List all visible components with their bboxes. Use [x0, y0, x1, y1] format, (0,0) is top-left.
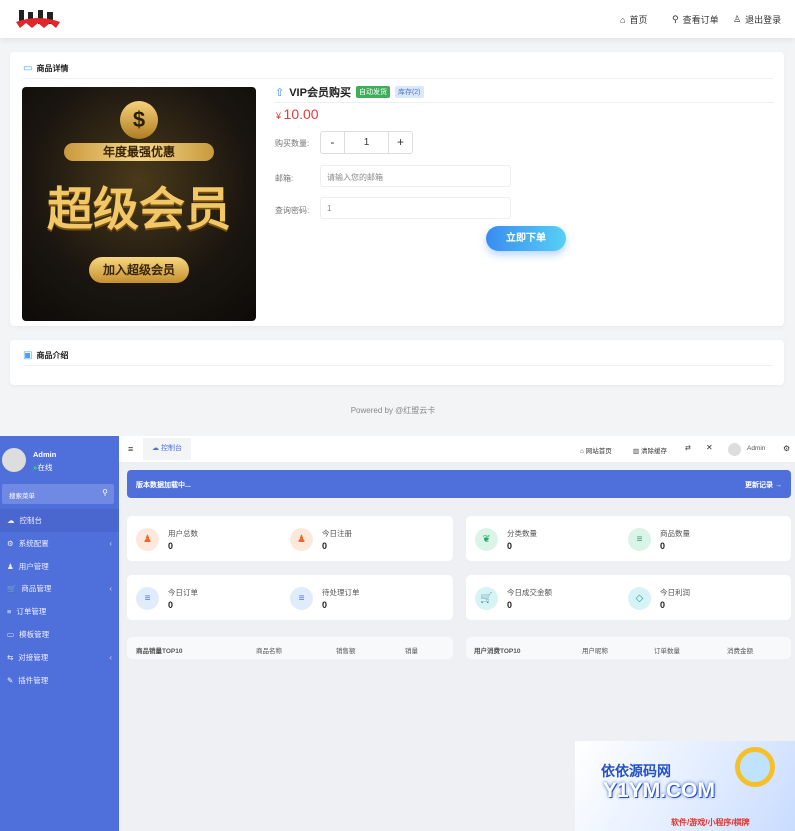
nav-orders[interactable]: ⚲ 查看订单	[672, 13, 719, 26]
changelog-link[interactable]: 更新记录 →	[745, 480, 782, 490]
product-price: ¥ 10.00	[276, 106, 319, 122]
intro-card: ▣ 商品介绍	[10, 340, 784, 385]
home-icon: ⌂	[620, 14, 626, 25]
menu-search-input[interactable]: 搜索菜单 ⚲	[2, 484, 114, 504]
email-label: 邮箱:	[275, 174, 294, 183]
bag-icon: ▭	[23, 63, 33, 74]
stat-value: 0	[507, 541, 513, 551]
settings-icon[interactable]: ⚙	[783, 444, 790, 453]
clear-cache-button[interactable]: ▥ 清除缓存	[633, 445, 667, 455]
list-icon: ≡	[290, 587, 313, 610]
sidebar-item-2[interactable]: ♟ 用户管理	[7, 561, 112, 572]
stock-badge: 库存(2)	[394, 86, 424, 98]
search-icon: ⚲	[672, 14, 679, 24]
stat-label: 商品数量	[660, 529, 690, 538]
user-icon: ♟	[7, 561, 14, 571]
sidebar-item-7[interactable]: ✎ 插件管理	[7, 675, 112, 686]
dashboard-icon: ☁	[7, 516, 15, 525]
version-banner: 版本数据加载中... 更新记录 →	[127, 470, 791, 498]
chevron-left-icon: ‹	[109, 538, 112, 548]
avatar	[728, 443, 741, 456]
nav-logout[interactable]: ♙ 退出登录	[733, 13, 781, 26]
search-icon: ⚲	[102, 488, 108, 497]
stat-label: 今日订单	[168, 588, 198, 597]
leaf-icon: ❦	[475, 528, 498, 551]
stat-value: 0	[322, 541, 328, 551]
quantity-minus-button[interactable]: -	[321, 132, 345, 153]
product-image: $ 年度最强优惠 超级会员 加入超级会员	[22, 87, 256, 321]
plugin-icon: ✎	[7, 675, 14, 685]
admin-username: Admin	[33, 450, 57, 459]
menu-toggle-icon[interactable]: ≡	[128, 444, 133, 454]
fullscreen-icon[interactable]: ✕	[706, 443, 713, 452]
admin-topbar: ≡ ☁ 控制台 ⌂ 网站首页 ▥ 清除缓存 ⇄ ✕ Admin ⚙	[119, 436, 795, 462]
list-icon: ≡	[7, 607, 12, 617]
stat-label: 今日注册	[322, 529, 352, 538]
card-title: ▣ 商品介绍	[23, 350, 69, 361]
stat-value: 0	[168, 600, 174, 610]
sidebar-item-6[interactable]: ⇆ 对接管理 ‹	[7, 652, 112, 663]
stat-value: 0	[660, 600, 666, 610]
tab-dashboard[interactable]: ☁ 控制台	[143, 438, 191, 460]
sidebar-item-0[interactable]: ☁ 控制台	[7, 515, 112, 526]
sidebar-item-5[interactable]: ▭ 模板管理	[7, 629, 112, 640]
footer: Powered by @红盟云卡	[350, 406, 436, 415]
sidebar-item-1[interactable]: ⚙ 系统配置 ‹	[7, 538, 112, 549]
chevron-left-icon: ‹	[109, 584, 112, 594]
product-title-row: ⇧ VIP会员购买 自动发货 库存(2)	[275, 84, 424, 100]
list-icon: ≡	[136, 587, 159, 610]
translate-icon[interactable]: ⇄	[685, 444, 691, 452]
stat-value: 0	[322, 600, 328, 610]
info-icon: ▣	[23, 350, 33, 361]
stat-value: 0	[660, 541, 666, 551]
stat-value: 0	[168, 541, 174, 551]
quantity-label: 购买数量:	[275, 139, 310, 148]
user-icon: ♟	[290, 528, 313, 551]
nav-home[interactable]: ⌂ 首页	[620, 13, 647, 26]
order-now-button[interactable]: 立即下单	[486, 226, 566, 251]
rocket-icon: ⇧	[275, 86, 285, 99]
password-label: 查询密码:	[275, 206, 310, 215]
card-title: ▭ 商品详情	[23, 63, 69, 74]
user-icon: ♙	[733, 14, 742, 24]
product-name: VIP会员购买	[289, 87, 351, 99]
topbar-username[interactable]: Admin	[747, 445, 765, 452]
admin-sidebar: Admin ●在线 搜索菜单 ⚲ ☁ 控制台 ⚙ 系统配置 ‹ ♟ 用户管理 🛒 商品管理 ‹ ≡ 订…	[0, 436, 119, 831]
stat-label: 分类数量	[507, 529, 537, 538]
email-input[interactable]: 请输入您的邮箱	[320, 165, 511, 187]
quantity-stepper: - 1 +	[320, 131, 413, 154]
online-status: ●在线	[33, 463, 53, 472]
cart-icon: 🛒	[475, 587, 498, 610]
auto-delivery-badge: 自动发货	[355, 86, 390, 98]
quantity-plus-button[interactable]: +	[388, 132, 412, 153]
stat-value: 0	[507, 600, 513, 610]
connect-icon: ⇆	[7, 652, 14, 662]
password-input[interactable]: 1	[320, 197, 511, 219]
stat-label: 今日成交金额	[507, 588, 552, 597]
site-logo[interactable]	[16, 8, 60, 30]
sidebar-item-4[interactable]: ≡ 订单管理	[7, 606, 112, 617]
users-icon: ♟	[136, 528, 159, 551]
list-icon: ≡	[628, 528, 651, 551]
stat-label: 今日利润	[660, 588, 690, 597]
cart-icon: 🛒	[7, 584, 17, 594]
dashboard-icon: ☁	[152, 445, 160, 452]
sales-top10-table: 商品销量TOP10 商品名称 销售额 销量	[127, 637, 453, 659]
consumption-top10-table: 用户消费TOP10 用户昵称 订单数量 消费金额	[466, 637, 791, 659]
site-header: ⌂ 首页 ⚲ 查看订单 ♙ 退出登录	[0, 0, 795, 38]
stat-label: 待处理订单	[322, 588, 360, 597]
chevron-left-icon: ‹	[109, 652, 112, 662]
template-icon: ▭	[7, 630, 15, 639]
sidebar-item-3[interactable]: 🛒 商品管理 ‹	[7, 583, 112, 594]
avatar	[2, 448, 26, 472]
diamond-icon: ◇	[628, 587, 651, 610]
quantity-input[interactable]: 1	[345, 132, 388, 153]
gear-icon: ⚙	[7, 538, 14, 548]
stat-label: 用户总数	[168, 529, 198, 538]
site-home-link[interactable]: ⌂ 网站首页	[580, 445, 612, 455]
watermark-logo: 依依源码网 Y1YM.COM 软件/游戏/小程序/棋牌	[575, 741, 795, 831]
